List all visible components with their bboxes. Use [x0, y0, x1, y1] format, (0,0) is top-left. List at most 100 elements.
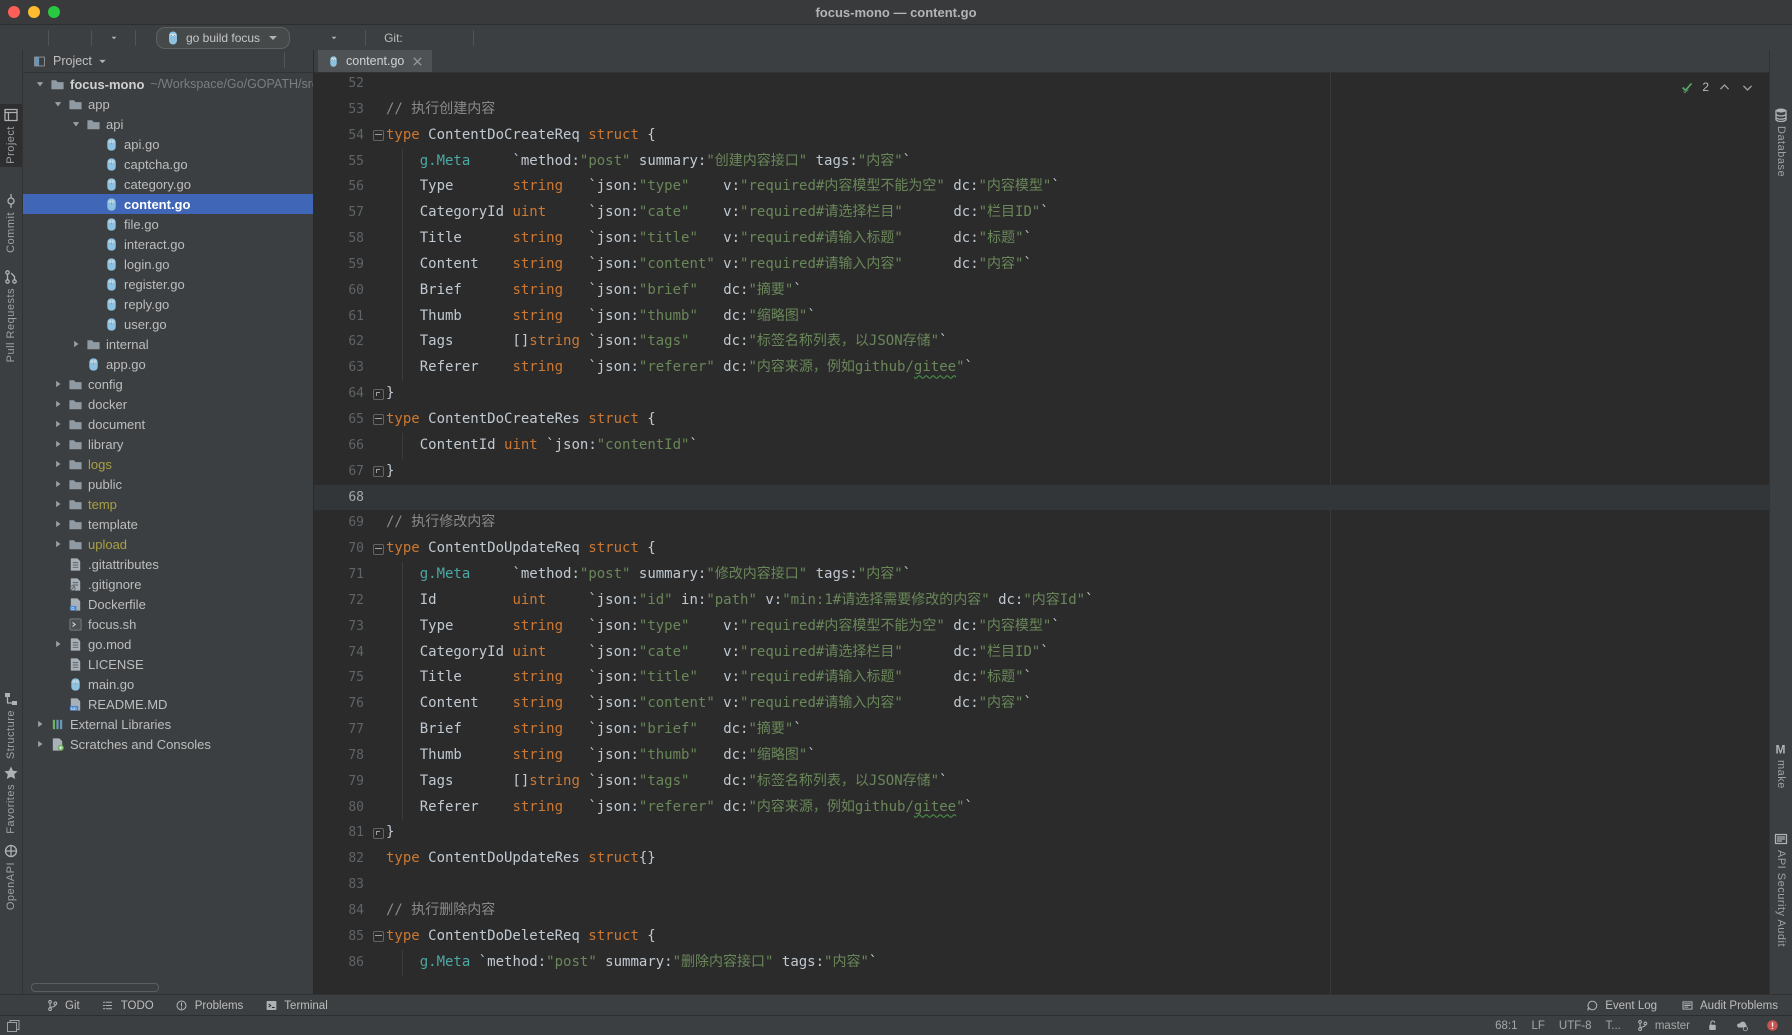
expand-caret-icon[interactable] — [49, 399, 67, 409]
cloud-config[interactable] — [1734, 1018, 1750, 1034]
expand-caret-icon[interactable] — [49, 519, 67, 529]
code-line-57[interactable]: 57 CategoryId uint `json:"cate" v:"requi… — [314, 200, 1769, 226]
code-line-86[interactable]: 86 g.Meta `method:"post" summary:"删除内容接口… — [314, 950, 1769, 976]
tree-item-api[interactable]: api — [23, 114, 313, 134]
profiler-button[interactable] — [328, 33, 339, 43]
tree-item-gitignore[interactable]: .gitignore — [23, 574, 313, 594]
line-number[interactable]: 80 — [314, 795, 370, 821]
code-line-59[interactable]: 59 Content string `json:"content" v:"req… — [314, 252, 1769, 278]
code-line-62[interactable]: 62 Tags []string `json:"tags" dc:"标签名称列表… — [314, 329, 1769, 355]
tool-button-commit[interactable]: Commit — [0, 190, 22, 256]
code-line-55[interactable]: 55 g.Meta `method:"post" summary:"创建内容接口… — [314, 149, 1769, 175]
expand-caret-icon[interactable] — [31, 739, 49, 749]
fold-marker-icon[interactable] — [370, 123, 386, 149]
line-separator[interactable]: LF — [1531, 1020, 1544, 1032]
line-number[interactable]: 81 — [314, 820, 370, 846]
line-number[interactable]: 59 — [314, 252, 370, 278]
tree-item-template[interactable]: template — [23, 514, 313, 534]
code-line-54[interactable]: 54type ContentDoCreateReq struct { — [314, 123, 1769, 149]
collapse-caret-icon[interactable] — [49, 99, 67, 109]
horizontal-scrollbar[interactable] — [31, 983, 159, 992]
tree-item-user-go[interactable]: user.go — [23, 314, 313, 334]
line-number[interactable]: 71 — [314, 562, 370, 588]
code-line-53[interactable]: 53// 执行创建内容 — [314, 97, 1769, 123]
expand-caret-icon[interactable] — [49, 419, 67, 429]
expand-caret-icon[interactable] — [49, 479, 67, 489]
expand-caret-icon[interactable] — [49, 639, 67, 649]
code-line-68[interactable]: 68 — [314, 485, 1769, 511]
line-number[interactable]: 65 — [314, 407, 370, 433]
tree-item-gitattributes[interactable]: .gitattributes — [23, 554, 313, 574]
tree-item-logs[interactable]: logs — [23, 454, 313, 474]
tool-button-openapi[interactable]: OpenAPI — [0, 840, 22, 913]
tool-button-pull-requests[interactable]: Pull Requests — [0, 266, 22, 365]
tree-item-focus-mono[interactable]: focus-mono~/Workspace/Go/GOPATH/src/gith… — [23, 74, 313, 94]
tree-item-library[interactable]: library — [23, 434, 313, 454]
tree-item-captcha-go[interactable]: captcha.go — [23, 154, 313, 174]
line-number[interactable]: 85 — [314, 924, 370, 950]
fold-marker-icon[interactable] — [370, 407, 386, 433]
tree-item-app[interactable]: app — [23, 94, 313, 114]
code-line-64[interactable]: 64} — [314, 381, 1769, 407]
tree-item-main-go[interactable]: main.go — [23, 674, 313, 694]
error-indicator[interactable] — [1764, 1018, 1780, 1034]
chevron-down-icon[interactable] — [95, 53, 111, 69]
line-number[interactable]: 52 — [314, 73, 370, 97]
tool-button-database[interactable]: Database — [1770, 104, 1792, 180]
tree-item-upload[interactable]: upload — [23, 534, 313, 554]
line-number[interactable]: 86 — [314, 950, 370, 976]
tree-item-app-go[interactable]: app.go — [23, 354, 313, 374]
tool-window-button-audit-problems[interactable]: Audit Problems — [1679, 998, 1778, 1014]
tree-item-license[interactable]: LICENSE — [23, 654, 313, 674]
code-line-52[interactable]: 52 — [314, 73, 1769, 97]
line-number[interactable]: 69 — [314, 510, 370, 536]
close-window-button[interactable] — [8, 6, 20, 18]
git-branch[interactable]: master — [1635, 1018, 1690, 1034]
fold-marker-icon[interactable] — [370, 924, 386, 950]
tree-item-focus-sh[interactable]: focus.sh — [23, 614, 313, 634]
line-number[interactable]: 64 — [314, 381, 370, 407]
code-line-69[interactable]: 69// 执行修改内容 — [314, 510, 1769, 536]
code-line-77[interactable]: 77 Brief string `json:"brief" dc:"摘要"` — [314, 717, 1769, 743]
tree-item-docker[interactable]: docker — [23, 394, 313, 414]
profile-button[interactable] — [108, 33, 119, 43]
tool-button-api-security-audit[interactable]: API Security Audit — [1770, 828, 1792, 950]
tool-button-structure[interactable]: Structure — [0, 688, 22, 762]
code-line-76[interactable]: 76 Content string `json:"content" v:"req… — [314, 691, 1769, 717]
tree-item-scratches-and-consoles[interactable]: Scratches and Consoles — [23, 734, 313, 754]
tree-item-register-go[interactable]: register.go — [23, 274, 313, 294]
code-line-78[interactable]: 78 Thumb string `json:"thumb" dc:"缩略图"` — [314, 743, 1769, 769]
fold-marker-icon[interactable] — [370, 381, 386, 407]
tool-window-button-git[interactable]: Git — [44, 998, 80, 1014]
caret-position[interactable]: 68:1 — [1495, 1020, 1517, 1032]
expand-caret-icon[interactable] — [49, 499, 67, 509]
expand-caret-icon[interactable] — [49, 379, 67, 389]
tree-item-public[interactable]: public — [23, 474, 313, 494]
collapse-caret-icon[interactable] — [67, 119, 85, 129]
code-line-70[interactable]: 70type ContentDoUpdateReq struct { — [314, 536, 1769, 562]
line-number[interactable]: 83 — [314, 872, 370, 898]
tree-item-content-go[interactable]: content.go — [23, 194, 313, 214]
tool-window-button-event-log[interactable]: Event Log — [1584, 998, 1657, 1014]
collapse-caret-icon[interactable] — [31, 79, 49, 89]
code-line-65[interactable]: 65type ContentDoCreateRes struct { — [314, 407, 1769, 433]
line-number[interactable]: 82 — [314, 846, 370, 872]
tree-item-go-mod[interactable]: go.mod — [23, 634, 313, 654]
code-line-71[interactable]: 71 g.Meta `method:"post" summary:"修改内容接口… — [314, 562, 1769, 588]
minimize-window-button[interactable] — [28, 6, 40, 18]
run-configuration-select[interactable]: go build focus — [156, 27, 290, 49]
tree-item-reply-go[interactable]: reply.go — [23, 294, 313, 314]
window-switcher-icon[interactable] — [5, 1018, 21, 1034]
code-line-79[interactable]: 79 Tags []string `json:"tags" dc:"标签名称列表… — [314, 769, 1769, 795]
tab-content-go[interactable]: content.go — [318, 50, 432, 72]
readonly-toggle[interactable] — [1704, 1018, 1720, 1034]
code-line-75[interactable]: 75 Title string `json:"title" v:"require… — [314, 665, 1769, 691]
fold-marker-icon[interactable] — [370, 536, 386, 562]
tree-item-interact-go[interactable]: interact.go — [23, 234, 313, 254]
prev-problem-icon[interactable] — [1716, 79, 1732, 95]
tree-item-internal[interactable]: internal — [23, 334, 313, 354]
code-line-85[interactable]: 85type ContentDoDeleteReq struct { — [314, 924, 1769, 950]
tree-item-dockerfile[interactable]: DDockerfile — [23, 594, 313, 614]
tree-item-external-libraries[interactable]: External Libraries — [23, 714, 313, 734]
line-number[interactable]: 57 — [314, 200, 370, 226]
